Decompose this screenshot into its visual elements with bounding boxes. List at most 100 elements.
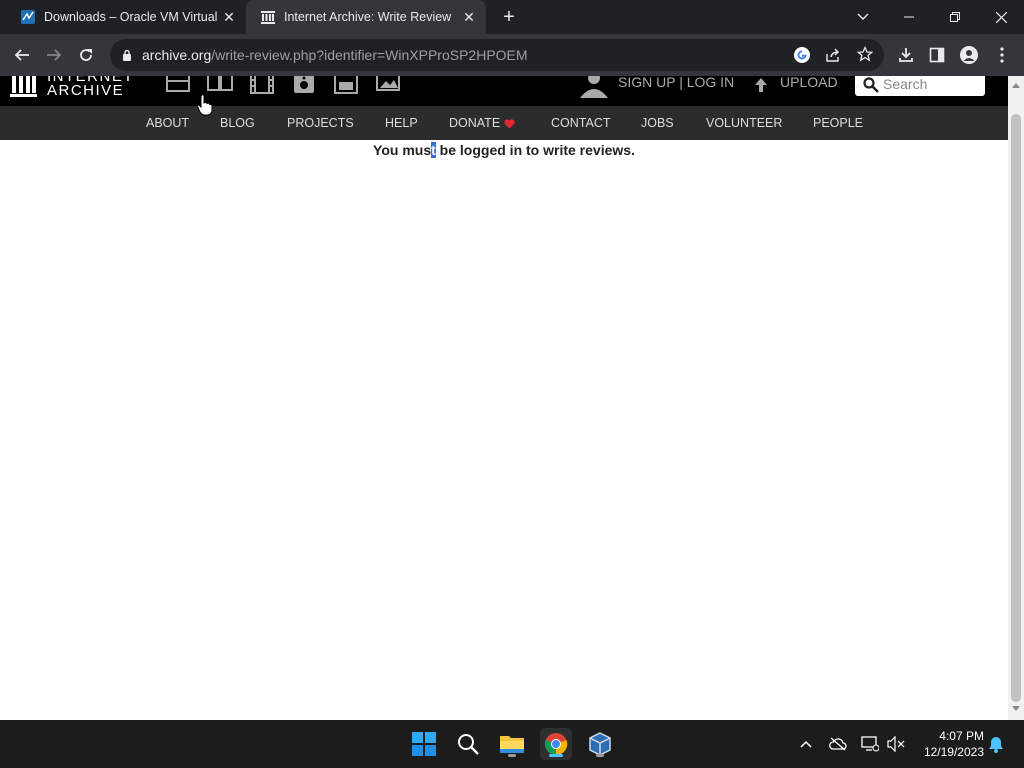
address-bar[interactable]: archive.org/write-review.php?identifier=… (110, 39, 884, 71)
forward-button[interactable] (42, 43, 66, 67)
signup-login-link[interactable]: SIGN UP | LOG IN (618, 76, 734, 90)
restore-icon (950, 12, 960, 22)
tab-search-button[interactable] (840, 0, 886, 34)
forward-arrow-icon (47, 49, 62, 61)
virtualbox-icon (589, 732, 611, 756)
chevron-up-icon (800, 740, 812, 748)
cloud-offline-icon (829, 737, 847, 751)
back-arrow-icon (14, 49, 29, 61)
scrollbar-thumb[interactable] (1011, 114, 1021, 702)
side-panel-button[interactable] (925, 43, 949, 67)
search-icon (863, 77, 879, 93)
browser-toolbar: archive.org/write-review.php?identifier=… (0, 34, 1024, 76)
message-text-end: be logged in to write reviews. (435, 142, 635, 158)
windows-taskbar: 4:07 PM 12/19/2023 (0, 720, 1024, 768)
search-icon (458, 734, 479, 755)
nav-donate[interactable]: DONATE (449, 116, 500, 130)
lock-icon[interactable] (122, 49, 132, 61)
close-tab-icon[interactable]: ✕ (462, 10, 476, 24)
onedrive-tray-button[interactable] (828, 734, 848, 754)
audio-icon[interactable] (293, 76, 315, 94)
web-icon[interactable] (166, 76, 190, 93)
nav-people[interactable]: PEOPLE (813, 116, 863, 130)
search-box[interactable]: Search (855, 76, 985, 96)
bell-icon (989, 736, 1003, 753)
close-window-button[interactable] (978, 0, 1024, 34)
scroll-up-icon[interactable] (1012, 82, 1020, 88)
software-icon[interactable] (334, 76, 358, 94)
running-indicator (596, 754, 604, 757)
active-indicator (549, 754, 563, 757)
speaker-muted-icon (887, 736, 905, 752)
internet-archive-logo[interactable]: INTERNET ARCHIVE (10, 76, 140, 102)
show-hidden-icons-button[interactable] (796, 734, 816, 754)
network-icon (861, 736, 879, 752)
logo-text-archive: ARCHIVE (47, 82, 125, 99)
archive-building-icon (10, 76, 37, 97)
url-host: archive.org (142, 47, 212, 63)
nav-blog[interactable]: BLOG (220, 116, 255, 130)
profile-button[interactable] (957, 43, 981, 67)
virtualbox-favicon-icon (21, 10, 35, 24)
chevron-down-icon (857, 13, 869, 20)
restore-button[interactable] (932, 0, 978, 34)
archive-favicon-icon (261, 11, 275, 24)
nav-volunteer[interactable]: VOLUNTEER (706, 116, 782, 130)
file-explorer-icon (500, 736, 524, 753)
nav-about[interactable]: ABOUT (146, 116, 189, 130)
minimize-button[interactable] (886, 0, 932, 34)
taskbar-clock[interactable]: 4:07 PM 12/19/2023 (914, 728, 984, 760)
running-indicator (508, 754, 516, 757)
user-icon[interactable] (580, 76, 608, 98)
scroll-down-icon[interactable] (1012, 706, 1020, 712)
tab-virtualbox-downloads[interactable]: Downloads – Oracle VM VirtualBox ✕ (0, 0, 246, 34)
ia-nav-bar: ABOUT BLOG PROJECTS HELP DONATE CONTACT … (0, 106, 1008, 140)
chrome-taskbar-button[interactable] (540, 728, 572, 760)
texts-icon[interactable] (207, 76, 233, 93)
upload-link[interactable]: UPLOAD (780, 76, 838, 90)
url-path: /write-review.php?identifier=WinXPProSP2… (211, 47, 528, 63)
chrome-menu-button[interactable] (990, 43, 1014, 67)
nav-projects[interactable]: PROJECTS (287, 116, 354, 130)
start-button[interactable] (408, 728, 440, 760)
taskbar-search-button[interactable] (452, 728, 484, 760)
back-button[interactable] (10, 43, 34, 67)
close-tab-icon[interactable]: ✕ (222, 10, 236, 24)
notifications-button[interactable] (986, 734, 1006, 754)
images-icon[interactable] (376, 76, 402, 92)
tab-title: Downloads – Oracle VM VirtualBox (44, 10, 218, 24)
downloads-button[interactable] (894, 43, 918, 67)
chrome-icon (544, 733, 568, 756)
heart-icon (504, 119, 515, 129)
more-vertical-icon (1000, 47, 1004, 63)
message-text-start: You mus (373, 142, 432, 158)
tab-title: Internet Archive: Write Review (284, 10, 452, 24)
download-icon (899, 48, 913, 62)
nav-contact[interactable]: CONTACT (551, 116, 611, 130)
bookmark-star-icon[interactable] (857, 46, 873, 62)
new-tab-button[interactable]: + (498, 6, 520, 28)
upload-arrow-icon[interactable] (754, 77, 768, 93)
virtualbox-taskbar-button[interactable] (584, 728, 616, 760)
url-text[interactable]: archive.org/write-review.php?identifier=… (142, 47, 528, 63)
windows-start-icon (412, 732, 436, 756)
page-scrollbar[interactable] (1008, 76, 1024, 720)
nav-help[interactable]: HELP (385, 116, 418, 130)
share-icon[interactable] (825, 47, 841, 63)
volume-tray-button[interactable] (886, 734, 906, 754)
clock-date: 12/19/2023 (923, 745, 984, 759)
search-placeholder: Search (883, 76, 928, 92)
close-icon (995, 11, 1007, 23)
login-required-message: You must be logged in to write reviews. (0, 142, 1008, 158)
video-icon[interactable] (250, 76, 274, 95)
ia-top-bar: INTERNET ARCHIVE SIGN UP | LOG IN UPLOAD… (0, 76, 1008, 106)
reload-button[interactable] (74, 43, 98, 67)
tab-write-review[interactable]: Internet Archive: Write Review ✕ (246, 0, 486, 34)
file-explorer-button[interactable] (496, 728, 528, 760)
side-panel-icon (929, 47, 945, 63)
nav-jobs[interactable]: JOBS (641, 116, 674, 130)
hand-cursor-icon (197, 94, 213, 116)
google-lens-icon[interactable] (793, 46, 811, 64)
network-tray-button[interactable] (860, 734, 880, 754)
profile-avatar-icon (960, 46, 978, 64)
